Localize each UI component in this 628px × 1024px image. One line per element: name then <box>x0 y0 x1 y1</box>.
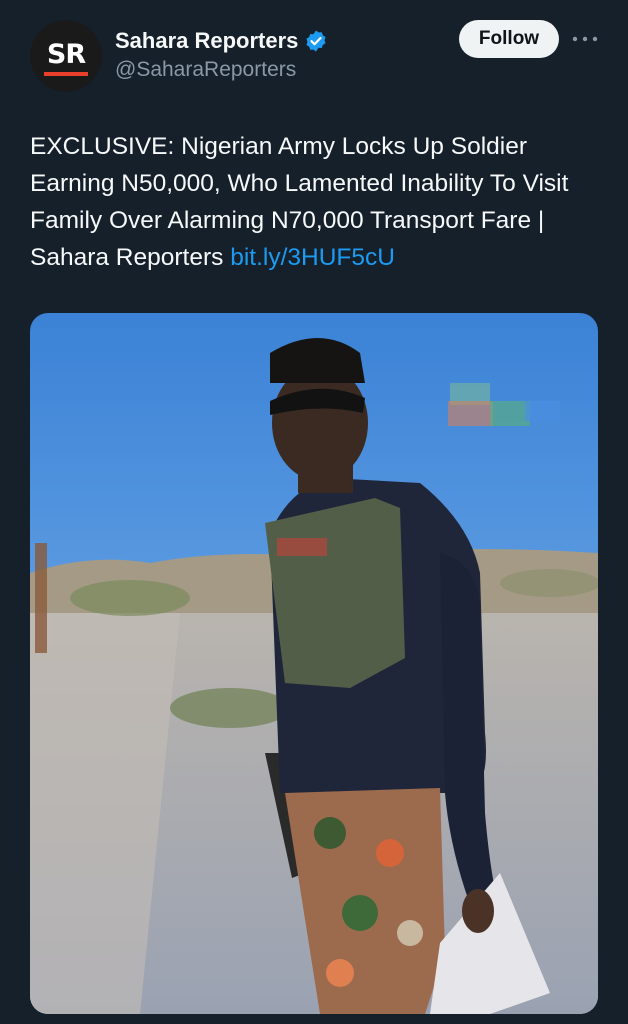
verified-badge-icon <box>304 29 328 53</box>
tweet-card: SR Sahara Reporters @SaharaReporters Fol… <box>0 0 628 1024</box>
tweet-header: SR Sahara Reporters @SaharaReporters Fol… <box>30 20 600 92</box>
tweet-link[interactable]: bit.ly/3HUF5cU <box>230 244 395 271</box>
user-handle[interactable]: @SaharaReporters <box>115 58 328 82</box>
avatar[interactable]: SR <box>30 20 102 92</box>
more-options-icon[interactable] <box>570 26 600 52</box>
name-row: Sahara Reporters <box>115 26 328 56</box>
tweet-text: EXCLUSIVE: Nigerian Army Locks Up Soldie… <box>30 128 605 276</box>
soldier-photo <box>30 313 598 1014</box>
display-name[interactable]: Sahara Reporters <box>115 28 298 54</box>
avatar-logo-bar <box>44 71 88 76</box>
avatar-logo-text: SR <box>46 38 86 70</box>
tweet-media-image[interactable] <box>30 313 598 1014</box>
user-info: Sahara Reporters @SaharaReporters <box>115 26 328 82</box>
follow-button[interactable]: Follow <box>459 20 559 58</box>
